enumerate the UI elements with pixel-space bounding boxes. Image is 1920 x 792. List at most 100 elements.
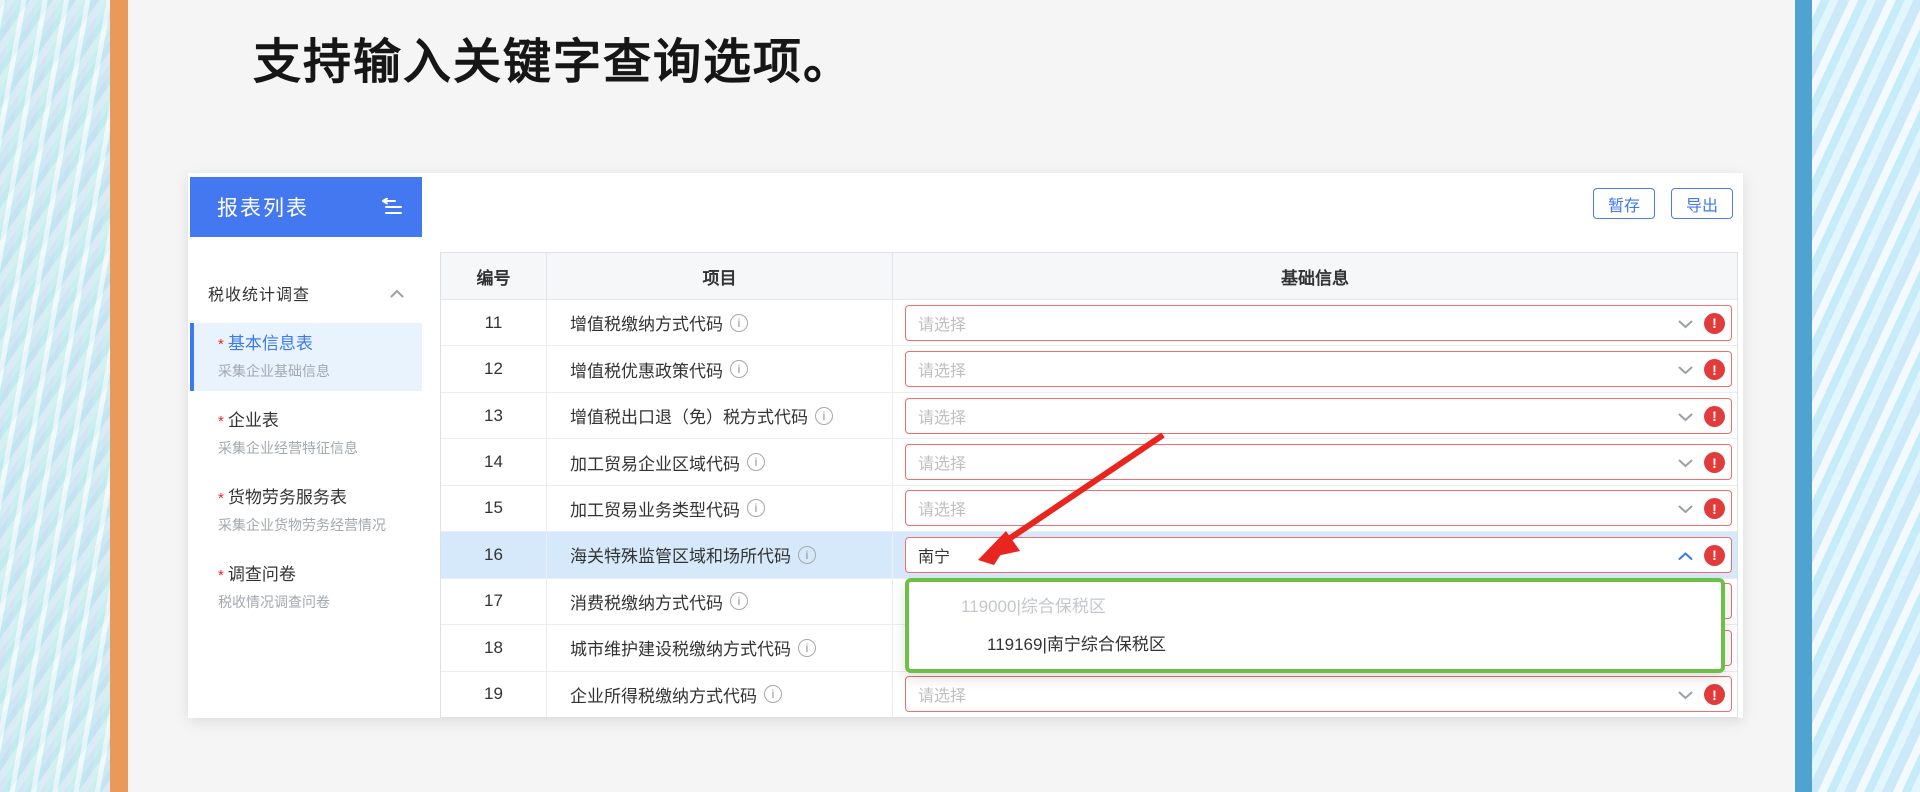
sidebar-item-desc: 税收情况调查问卷 — [218, 594, 330, 610]
row-item-cell: 企业所得税缴纳方式代码 i — [547, 671, 893, 717]
row-number-cell: 17 — [441, 578, 547, 625]
row-item-cell: 城市维护建设税缴纳方式代码 i — [547, 625, 893, 671]
chevron-down-icon — [1678, 413, 1693, 421]
error-badge-icon: ! — [1704, 684, 1725, 706]
row-item-cell: 加工贸易企业区域代码 i — [547, 439, 893, 485]
page-title: 支持输入关键字查询选项。 — [253, 36, 854, 89]
table-header-row: 编号 项目 基础信息 — [441, 253, 1737, 300]
row-field-cell: 请选择! — [893, 300, 1737, 345]
sidebar-item-label: * 基本信息表 — [218, 334, 313, 353]
row-item-cell: 增值税缴纳方式代码 i — [547, 300, 893, 346]
required-asterisk: * — [218, 336, 224, 353]
row-item-cell: 海关特殊监管区域和场所代码 i — [547, 532, 893, 578]
select-input[interactable]: 请选择! — [905, 490, 1732, 527]
select-input[interactable]: 请选择! — [905, 351, 1732, 388]
info-icon[interactable]: i — [730, 360, 748, 379]
info-icon[interactable]: i — [747, 453, 765, 472]
info-icon[interactable]: i — [798, 545, 816, 564]
sidebar-section-label: 税收统计调查 — [208, 287, 311, 304]
table-row: 16 海关特殊监管区域和场所代码 i 南宁! — [441, 532, 1737, 579]
sidebar-item-desc: 采集企业基础信息 — [218, 363, 330, 379]
error-badge-icon: ! — [1704, 498, 1725, 520]
select-input[interactable]: 请选择! — [905, 304, 1732, 341]
required-asterisk: * — [218, 490, 224, 507]
sidebar-item-label: * 货物劳务服务表 — [218, 488, 347, 507]
table-row: 12 增值税优惠政策代码 i 请选择! — [441, 346, 1737, 393]
blue-divider-strip — [1795, 0, 1812, 792]
sidebar-header-label: 报表列表 — [217, 197, 309, 220]
main-card: 报表列表 税收统计调查 * 基本信息表采集企业基础信息 * 企业表采集企业经营特征信息… — [188, 173, 1743, 718]
required-asterisk: * — [218, 567, 224, 584]
row-field-cell: 请选择! — [893, 439, 1737, 484]
row-item-cell: 增值税优惠政策代码 i — [547, 346, 893, 392]
chevron-down-icon — [1678, 320, 1693, 329]
orange-divider-strip — [110, 0, 128, 792]
row-number-cell: 13 — [441, 392, 547, 439]
row-item-cell: 加工贸易业务类型代码 i — [547, 485, 893, 532]
sidebar-item-report[interactable]: * 调查问卷税收情况调查问卷 — [190, 554, 422, 622]
page: 支持输入关键字查询选项。 报表列表 税收统计调查 * 基本信息表 采集企业基础信息 *… — [0, 0, 1920, 792]
table-row: 14 加工贸易企业区域代码 i 请选择! — [441, 439, 1737, 486]
info-icon[interactable]: i — [747, 499, 765, 518]
export-button[interactable]: 导出 — [1671, 188, 1733, 219]
select-input[interactable]: 请选择! — [905, 444, 1732, 481]
select-value: 请选择 — [918, 502, 967, 520]
right-texture-strip — [1812, 0, 1920, 792]
info-icon[interactable]: i — [730, 592, 748, 611]
sidebar-header[interactable]: 报表列表 — [190, 177, 422, 237]
chevron-down-icon — [1678, 505, 1693, 514]
table-row: 13 增值税出口退（免）税方式代码 i 请选择! — [441, 392, 1737, 440]
select-value: 请选择 — [918, 409, 967, 427]
error-badge-icon: ! — [1704, 452, 1725, 474]
sidebar-item-active[interactable]: * 基本信息表采集企业基础信息 — [190, 323, 422, 391]
info-icon[interactable]: i — [730, 313, 748, 332]
row-number-cell: 19 — [441, 671, 547, 717]
row-number-cell: 16 — [441, 532, 547, 578]
row-field-cell: 南宁! — [893, 532, 1737, 577]
info-icon[interactable]: i — [764, 685, 782, 704]
row-field-cell: 请选择! — [893, 393, 1737, 438]
select-input[interactable]: 请选择! — [905, 397, 1732, 434]
select-value: 请选择 — [918, 688, 967, 706]
chevron-up-icon — [1678, 552, 1693, 560]
chevron-down-icon — [1678, 366, 1693, 375]
row-number-cell: 15 — [441, 485, 547, 532]
dropdown-option[interactable]: 119169|南宁综合保税区 — [909, 626, 1721, 664]
info-icon[interactable]: i — [798, 638, 816, 657]
sidebar-item-label: * 企业表 — [218, 411, 279, 430]
select-value: 南宁 — [918, 548, 951, 566]
select-value: 请选择 — [918, 363, 967, 381]
select-input[interactable]: 请选择! — [905, 676, 1732, 713]
row-number-cell: 14 — [441, 439, 547, 485]
chevron-up-icon — [390, 289, 404, 297]
sidebar-item-report[interactable]: * 货物劳务服务表 采集企业货物劳务经营情况 — [190, 477, 422, 545]
left-texture-strip — [0, 0, 110, 792]
save-draft-button[interactable]: 暂存 — [1593, 188, 1655, 219]
row-field-cell: 请选择! — [893, 486, 1737, 531]
column-header: 项目 — [547, 253, 893, 299]
sidebar-item-desc: 采集企业经营特征信息 — [218, 440, 358, 456]
table-row: 11 增值税缴纳方式代码 i 请选择! — [441, 300, 1737, 347]
row-item-cell: 消费税缴纳方式代码 i — [547, 578, 893, 625]
row-field-cell: 请选择! — [893, 672, 1737, 717]
collapse-sidebar-icon[interactable] — [380, 198, 404, 216]
sidebar-item-report[interactable]: * 企业表采集企业经营特征信息 — [190, 400, 422, 468]
select-input[interactable]: 南宁! — [905, 536, 1732, 573]
error-badge-icon: ! — [1704, 544, 1725, 566]
row-number-cell: 11 — [441, 300, 547, 346]
row-field-cell: 请选择! — [893, 346, 1737, 391]
toolbar: 暂存 导出 — [1593, 188, 1733, 219]
row-number-cell: 12 — [441, 346, 547, 392]
select-value: 请选择 — [918, 456, 967, 474]
error-badge-icon: ! — [1704, 359, 1725, 381]
chevron-down-icon — [1678, 459, 1693, 468]
table-row: 19 企业所得税缴纳方式代码 i 请选择! — [441, 671, 1737, 717]
sidebar-item-label: * 调查问卷 — [218, 565, 296, 584]
row-item-cell: 增值税出口退（免）税方式代码 i — [547, 392, 893, 439]
table-row: 15 加工贸易业务类型代码 i 请选择! — [441, 485, 1737, 533]
column-header: 基础信息 — [1281, 268, 1349, 288]
sidebar-section-taxsurvey[interactable]: 税收统计调查 — [190, 273, 422, 313]
select-value: 请选择 — [918, 316, 967, 334]
info-icon[interactable]: i — [815, 406, 833, 425]
row-number-cell: 18 — [441, 625, 547, 671]
